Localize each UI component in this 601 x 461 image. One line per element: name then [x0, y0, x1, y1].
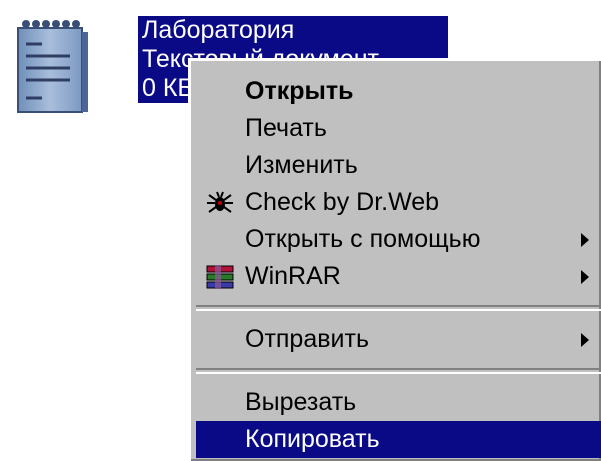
menu-item-print[interactable]: Печать: [196, 110, 601, 147]
menu-separator: [196, 368, 601, 374]
menu-item-label: Вырезать: [245, 388, 357, 416]
submenu-arrow-icon: [581, 270, 589, 284]
menu-item-label: Копировать: [245, 425, 380, 453]
menu-item-label: Открыть с помощью: [245, 225, 481, 253]
menu-item-label: Изменить: [245, 151, 358, 179]
context-menu: Открыть Печать Изменить Check by Dr.Web …: [188, 58, 601, 461]
menu-separator: [196, 305, 601, 311]
menu-item-check-drweb[interactable]: Check by Dr.Web: [196, 184, 601, 221]
notepad-file-icon[interactable]: [12, 12, 102, 116]
menu-item-label: WinRAR: [245, 262, 341, 290]
menu-item-open[interactable]: Открыть: [196, 73, 601, 110]
menu-item-label: Отправить: [245, 325, 369, 353]
menu-item-cut[interactable]: Вырезать: [196, 384, 601, 421]
menu-item-open-with[interactable]: Открыть с помощью: [196, 221, 601, 258]
submenu-arrow-icon: [581, 333, 589, 347]
menu-item-edit[interactable]: Изменить: [196, 147, 601, 184]
drweb-spider-icon: [207, 191, 233, 213]
file-name: Лаборатория: [142, 16, 295, 44]
desktop: Лаборатория Текстовый документ 0 КБ Откр…: [0, 0, 601, 461]
menu-item-winrar[interactable]: WinRAR: [196, 258, 601, 295]
menu-item-label: Check by Dr.Web: [245, 188, 440, 216]
submenu-arrow-icon: [581, 233, 589, 247]
menu-item-send-to[interactable]: Отправить: [196, 321, 601, 358]
menu-item-copy[interactable]: Копировать: [196, 421, 601, 458]
menu-item-label: Печать: [245, 114, 327, 142]
menu-item-label: Открыть: [245, 77, 354, 105]
winrar-books-icon: [206, 265, 234, 289]
